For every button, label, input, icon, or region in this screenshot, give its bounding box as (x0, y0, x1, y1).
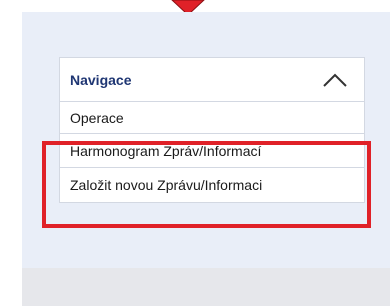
nav-item-label: Harmonogram Zpráv/Informací (70, 142, 262, 159)
nav-item-label: Založit novou Zprávu/Informaci (70, 177, 263, 193)
navigation-title: Navigace (70, 71, 132, 88)
navigation-header[interactable]: Navigace (60, 58, 364, 102)
footer-area (22, 268, 390, 306)
nav-item-label: Operace (70, 109, 124, 126)
nav-item-zalozit-zpravu[interactable]: Založit novou Zprávu/Informaci (60, 168, 364, 202)
nav-item-harmonogram[interactable]: Harmonogram Zpráv/Informací (60, 134, 364, 168)
chevron-up-icon[interactable] (322, 72, 348, 88)
navigation-panel: Navigace Operace Harmonogram Zpráv/Infor… (59, 57, 365, 203)
nav-item-operace[interactable]: Operace (60, 102, 364, 134)
